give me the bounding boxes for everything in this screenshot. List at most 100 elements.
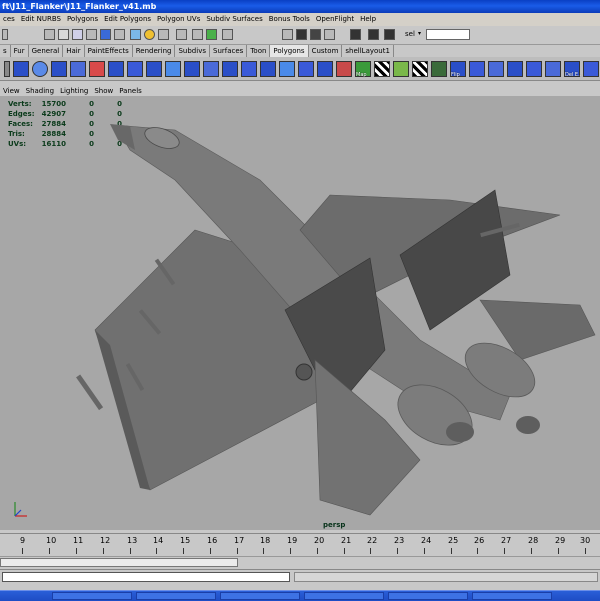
shelf-tab-hair[interactable]: Hair [63, 45, 85, 57]
smooth-icon[interactable] [146, 60, 162, 77]
shelf-tab-surfaces[interactable]: Surfaces [210, 45, 248, 57]
poly-plane-icon[interactable] [70, 60, 86, 77]
extrude-edge-icon[interactable] [184, 60, 200, 77]
shelf-tab-general[interactable]: General [29, 45, 64, 57]
extrude-face-icon[interactable] [165, 60, 181, 77]
bevel-icon[interactable] [203, 60, 219, 77]
tick-mark [263, 548, 264, 554]
panel-menu-view[interactable]: View [0, 86, 23, 96]
frame-tick: 13 [127, 536, 138, 545]
cylindrical-map-icon[interactable] [393, 60, 409, 77]
menu-edit-nurbs[interactable]: Edit NURBS [18, 13, 64, 26]
shelf-tab-polygons[interactable]: Polygons [270, 45, 309, 57]
menu-polygons[interactable]: Polygons [64, 13, 101, 26]
boolean-icon[interactable] [127, 60, 143, 77]
menu-polygon-uvs[interactable]: Polygon UVs [154, 13, 203, 26]
soften-edge-icon[interactable] [488, 60, 504, 77]
command-line-input[interactable] [2, 572, 290, 582]
shelf-tab-shelllayout1[interactable]: shellLayout1 [342, 45, 394, 57]
shelf-tab-subdivs[interactable]: Subdivs [175, 45, 210, 57]
panel-menu-shading[interactable]: Shading [23, 86, 57, 96]
quick-select-dropdown-icon[interactable]: ▾ [418, 30, 421, 37]
ipr-render-icon[interactable] [206, 29, 217, 40]
panel-menu-panels[interactable]: Panels [116, 86, 145, 96]
aircraft-model[interactable] [0, 96, 600, 530]
bridge-icon[interactable] [260, 60, 276, 77]
time-slider[interactable]: 9 10 11 12 13 14 15 16 17 18 19 20 21 22… [0, 533, 600, 556]
panel-menu-lighting[interactable]: Lighting [57, 86, 91, 96]
construction-history-icon[interactable] [130, 29, 141, 40]
render-globals-icon[interactable] [324, 29, 335, 40]
poly-sphere-icon[interactable] [32, 60, 48, 77]
reverse-normals-icon[interactable] [469, 60, 485, 77]
checker-map-icon[interactable] [374, 60, 390, 77]
frame-tick: 18 [260, 536, 271, 545]
panel-menu-show[interactable]: Show [91, 86, 116, 96]
menu-edit-polygons[interactable]: Edit Polygons [101, 13, 154, 26]
attribute-editor-icon[interactable] [368, 29, 379, 40]
channel-box-icon[interactable] [350, 29, 361, 40]
shelf-tab-rendering[interactable]: Rendering [133, 45, 176, 57]
shelf-tab-settings[interactable]: s [0, 45, 11, 57]
clapper-icon[interactable] [296, 29, 307, 40]
layout-uvs-icon[interactable] [545, 60, 561, 77]
render-settings-icon[interactable] [222, 29, 233, 40]
move-tool-icon[interactable] [58, 29, 69, 40]
shelf-tab-custom[interactable]: Custom [309, 45, 343, 57]
automatic-map-icon[interactable] [431, 60, 447, 77]
menu-subdiv-surfaces[interactable]: Subdiv Surfaces [203, 13, 265, 26]
snap-curve-icon[interactable] [72, 29, 83, 40]
split-polygon-icon[interactable] [222, 60, 238, 77]
spherical-map-icon[interactable] [412, 60, 428, 77]
harden-edge-icon[interactable] [507, 60, 523, 77]
history-icon[interactable] [114, 29, 125, 40]
render-icon[interactable] [192, 29, 203, 40]
separate-icon[interactable] [108, 60, 124, 77]
batch-render-icon[interactable] [310, 29, 321, 40]
tick-mark [558, 548, 559, 554]
mirror-icon[interactable] [336, 60, 352, 77]
snapshot-icon[interactable] [282, 29, 293, 40]
merge-vertices-icon[interactable] [241, 60, 257, 77]
append-polygon-icon[interactable] [279, 60, 295, 77]
taskbar-button[interactable] [220, 592, 300, 600]
flip-normals-icon[interactable]: Flip [450, 60, 466, 78]
taskbar-button[interactable] [304, 592, 384, 600]
tick-mark [183, 548, 184, 554]
shelf-tab-painteffects[interactable]: PaintEffects [85, 45, 133, 57]
frame-tick: 9 [20, 536, 26, 545]
poly-cylinder-icon[interactable] [51, 60, 67, 77]
status-line: sel ▾ [0, 26, 600, 45]
tool-settings-icon[interactable] [384, 29, 395, 40]
snap-grid-icon[interactable] [44, 29, 55, 40]
snap-point-icon[interactable] [86, 29, 97, 40]
render-view-icon[interactable] [158, 29, 169, 40]
planar-map-icon[interactable]: Map [355, 60, 371, 78]
combine-icon[interactable] [89, 60, 105, 77]
cleanup-icon[interactable] [526, 60, 542, 77]
help-icon[interactable] [144, 29, 155, 40]
taskbar-button[interactable] [52, 592, 132, 600]
poly-cube-icon[interactable] [13, 60, 29, 77]
snap-plane-icon[interactable] [100, 29, 111, 40]
shelf-tab-fur[interactable]: Fur [11, 45, 29, 57]
quick-select-input[interactable] [426, 29, 470, 40]
hypershade-icon[interactable] [176, 29, 187, 40]
taskbar-button[interactable] [136, 592, 216, 600]
menu-scenes[interactable]: ces [0, 13, 18, 26]
range-slider[interactable] [0, 558, 238, 567]
perspective-viewport[interactable]: Verts: 15700 0 0 Edges: 42907 0 0 Faces:… [0, 96, 600, 530]
shelf-tab-toon[interactable]: Toon [247, 45, 271, 57]
delete-edge-icon[interactable]: Del E... [564, 60, 583, 78]
quadrangulate-icon[interactable] [317, 60, 333, 77]
frame-tick: 11 [73, 536, 84, 545]
menu-set-arrow-icon[interactable] [2, 29, 8, 40]
menu-bonus-tools[interactable]: Bonus Tools [266, 13, 313, 26]
shelf-menu-icon[interactable] [4, 60, 10, 77]
menu-openflight[interactable]: OpenFlight [313, 13, 357, 26]
triangulate-icon[interactable] [298, 60, 314, 77]
menu-help[interactable]: Help [357, 13, 379, 26]
custom-script-icon[interactable] [583, 60, 599, 77]
taskbar-button[interactable] [388, 592, 468, 600]
taskbar-button[interactable] [472, 592, 552, 600]
